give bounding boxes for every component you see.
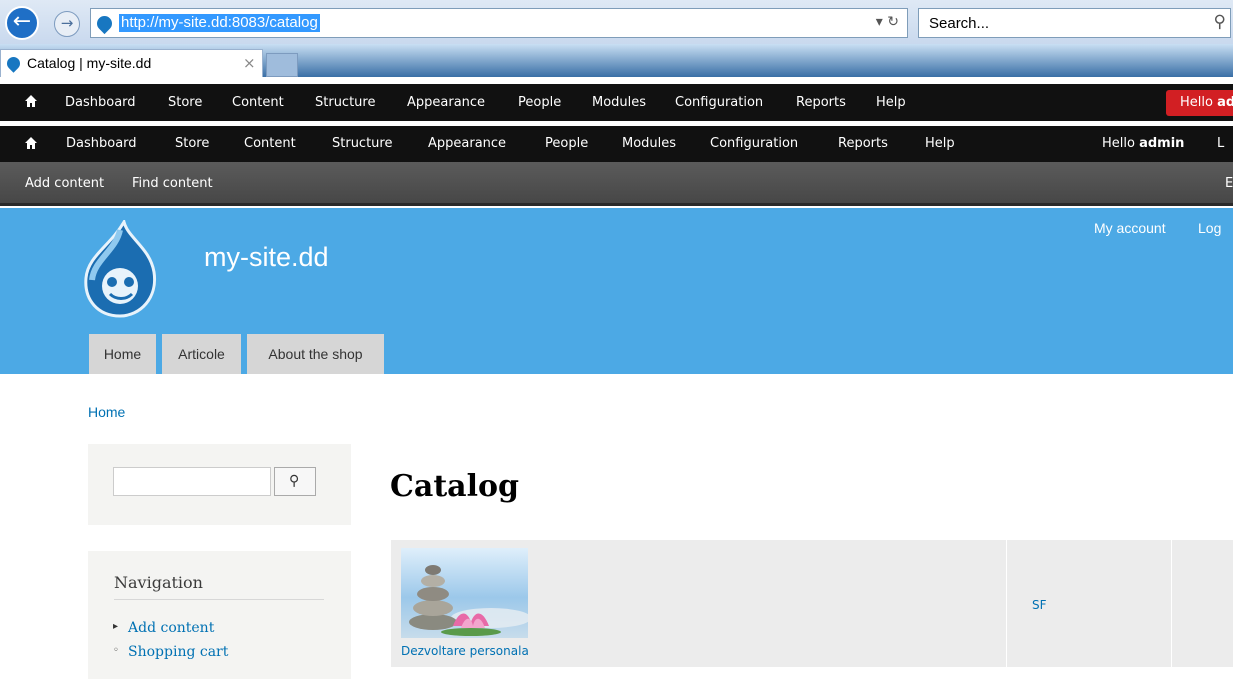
tab-about-the-shop[interactable]: About the shop (247, 334, 384, 374)
tab-title: Catalog | my-site.dd (27, 55, 152, 71)
browser-tab[interactable]: Catalog | my-site.dd × (0, 49, 263, 77)
back-button[interactable]: ← (5, 6, 39, 40)
browser-search-field[interactable]: Search... ⚲ (918, 8, 1231, 38)
admin-link-content[interactable]: Content (232, 95, 284, 110)
admin-link-configuration[interactable]: Configuration (675, 95, 763, 110)
url-text: http://my-site.dd:8083/catalog (119, 14, 320, 32)
search-input[interactable] (113, 467, 271, 496)
bullet-icon: ◦ (113, 645, 119, 656)
admin-link-content[interactable]: Content (244, 136, 296, 151)
browser-tab-bar: Catalog | my-site.dd × (0, 44, 1233, 77)
home-icon[interactable] (24, 94, 38, 108)
admin-link-help[interactable]: Help (925, 136, 955, 151)
search-icon: ⚲ (289, 473, 300, 489)
user-name[interactable]: admin (1139, 136, 1184, 151)
forward-button[interactable]: → (54, 11, 80, 37)
shortcuts-bar: Add content Find content E (0, 162, 1233, 206)
close-icon[interactable]: × (243, 54, 256, 72)
nav-item-add-content[interactable]: Add content (128, 620, 214, 636)
site-favicon-icon (4, 54, 23, 73)
arrow-left-icon: ← (12, 9, 32, 34)
product-link[interactable]: Dezvoltare personala (401, 644, 529, 658)
hello-user: Hello admin (1102, 136, 1185, 151)
refresh-icon[interactable]: ▾ ↻ (876, 14, 899, 30)
admin-link-reports[interactable]: Reports (796, 95, 846, 110)
sidebar-navigation-block: Navigation ▸ Add content ◦ Shopping cart (88, 551, 351, 679)
arrow-right-icon: → (60, 14, 74, 32)
page-title: Catalog (390, 469, 519, 504)
divider (114, 599, 324, 600)
navigation-title: Navigation (114, 573, 203, 592)
browser-address-bar: ← → http://my-site.dd:8083/catalog ▾ ↻ S… (0, 0, 1233, 44)
url-field[interactable]: http://my-site.dd:8083/catalog ▾ ↻ (90, 8, 908, 38)
admin-link-dashboard[interactable]: Dashboard (66, 136, 137, 151)
browser-search-placeholder: Search... (929, 15, 990, 32)
home-icon[interactable] (24, 136, 38, 150)
catalog-table: Dezvoltare personala SF (391, 540, 1233, 667)
search-button[interactable]: ⚲ (274, 467, 316, 496)
admin-toolbar-top: Dashboard Store Content Structure Appear… (0, 84, 1233, 121)
admin-link-modules[interactable]: Modules (622, 136, 676, 151)
sidebar-search-block: ⚲ (88, 444, 351, 525)
breadcrumb[interactable]: Home (88, 404, 125, 420)
admin-link-people[interactable]: People (518, 95, 561, 110)
admin-link-store[interactable]: Store (175, 136, 209, 151)
shortcut-find-content[interactable]: Find content (132, 176, 213, 191)
category-link[interactable]: SF (1032, 598, 1047, 612)
divider (1171, 540, 1172, 667)
search-icon[interactable]: ⚲ (1214, 12, 1226, 32)
site-favicon-icon (93, 12, 116, 35)
admin-link-reports[interactable]: Reports (838, 136, 888, 151)
admin-link-configuration[interactable]: Configuration (710, 136, 798, 151)
hello-user: Hello adm (1180, 95, 1233, 110)
admin-link-dashboard[interactable]: Dashboard (65, 95, 136, 110)
site-header: my-site.dd My account Log Home Articole … (0, 208, 1233, 374)
nav-item-shopping-cart[interactable]: Shopping cart (128, 644, 228, 660)
tab-home[interactable]: Home (89, 334, 156, 374)
admin-link-store[interactable]: Store (168, 95, 202, 110)
edit-shortcuts-link[interactable]: E (1225, 176, 1233, 191)
divider (1006, 540, 1007, 667)
admin-link-appearance[interactable]: Appearance (407, 95, 485, 110)
my-account-link[interactable]: My account (1094, 220, 1166, 236)
new-tab-button[interactable] (266, 53, 298, 77)
logout-link[interactable]: L (1217, 136, 1224, 151)
admin-link-structure[interactable]: Structure (332, 136, 392, 151)
product-thumbnail (409, 565, 528, 636)
admin-link-structure[interactable]: Structure (315, 95, 375, 110)
site-name[interactable]: my-site.dd (204, 242, 329, 273)
admin-link-modules[interactable]: Modules (592, 95, 646, 110)
shortcut-add-content[interactable]: Add content (25, 176, 104, 191)
drupal-logo-icon[interactable] (80, 220, 160, 320)
admin-link-people[interactable]: People (545, 136, 588, 151)
bullet-icon: ▸ (113, 621, 119, 632)
admin-link-appearance[interactable]: Appearance (428, 136, 506, 151)
product-image[interactable] (401, 548, 528, 638)
logout-link[interactable]: Log (1198, 220, 1221, 236)
user-name[interactable]: adm (1217, 95, 1233, 110)
tab-articole[interactable]: Articole (162, 334, 241, 374)
admin-link-help[interactable]: Help (876, 95, 906, 110)
admin-toolbar: Dashboard Store Content Structure Appear… (0, 126, 1233, 162)
